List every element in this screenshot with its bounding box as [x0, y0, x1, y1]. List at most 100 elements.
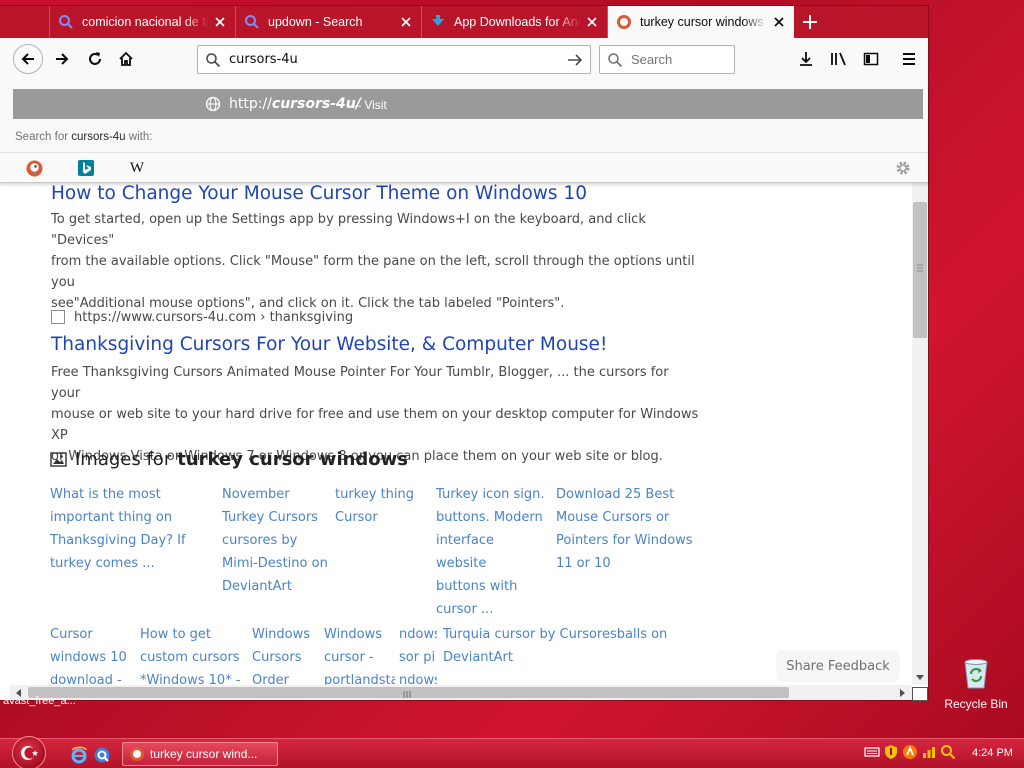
- close-icon[interactable]: [772, 15, 786, 29]
- result-title-link[interactable]: How to Change Your Mouse Cursor Theme on…: [51, 183, 587, 204]
- image-link-line: DeviantArt: [222, 579, 292, 594]
- images-section-heading: Images for turkey cursor windows: [50, 449, 408, 470]
- share-feedback-button[interactable]: Share Feedback: [778, 652, 898, 680]
- scroll-right-icon[interactable]: [899, 689, 906, 697]
- reload-icon: [89, 52, 101, 65]
- navigation-bar: [0, 38, 928, 80]
- search-bar[interactable]: [599, 45, 735, 74]
- vertical-scrollbar[interactable]: [912, 183, 928, 685]
- url-suggestion-dropdown: http://cursors-4u/ — Visit Search for cu…: [0, 80, 928, 183]
- grip-icon: [403, 691, 411, 698]
- library-button[interactable]: [824, 44, 854, 74]
- recycle-bin-shortcut[interactable]: Recycle Bin: [944, 656, 1008, 711]
- search-input[interactable]: [631, 52, 731, 67]
- desktop-file-label[interactable]: avast_free_a...: [3, 695, 76, 707]
- go-arrow-icon[interactable]: [566, 51, 584, 69]
- new-tab-button[interactable]: [794, 6, 826, 38]
- recycle-bin-label: Recycle Bin: [944, 697, 1008, 711]
- image-link-line: Pointers for Windows: [556, 533, 693, 548]
- image-result-link[interactable]: Turkey icon sign. buttons. Modern interf…: [436, 483, 548, 621]
- wikipedia-engine-button[interactable]: W: [128, 159, 146, 177]
- horizontal-scrollbar-thumb[interactable]: [28, 687, 789, 698]
- image-result-link[interactable]: Download 25 Best Mouse Cursors or Pointe…: [556, 483, 696, 575]
- image-result-link[interactable]: Windows Cursors Order: [252, 623, 310, 685]
- wikipedia-icon: W: [129, 159, 145, 176]
- start-button[interactable]: [12, 736, 46, 768]
- image-link-line: *Windows 10* -: [140, 673, 241, 685]
- image-link-line: Download 25 Best: [556, 487, 675, 502]
- tab-updown[interactable]: updown - Search: [236, 6, 422, 38]
- image-link-line: How to get: [140, 627, 212, 642]
- url-suggestion-visit[interactable]: http://cursors-4u/ — Visit: [13, 89, 923, 119]
- sidebar-toggle-button[interactable]: [856, 44, 886, 74]
- url-input[interactable]: [229, 52, 559, 67]
- tab-turkey-cursor[interactable]: turkey cursor windows: [608, 6, 794, 38]
- search-tray-icon[interactable]: [940, 744, 956, 760]
- image-link-line: DeviantArt: [443, 650, 513, 665]
- result-url-link[interactable]: https://www.cursors-4u.com › thanksgivin…: [74, 310, 353, 325]
- search-icon: [245, 15, 259, 29]
- menu-button[interactable]: [894, 44, 924, 74]
- gear-icon[interactable]: [894, 159, 912, 177]
- reload-button[interactable]: [80, 44, 110, 74]
- file-explorer-icon[interactable]: [93, 746, 111, 764]
- close-icon[interactable]: [213, 15, 227, 29]
- internet-explorer-icon[interactable]: [70, 746, 88, 764]
- resize-corner[interactable]: [912, 687, 928, 701]
- downloads-button[interactable]: [791, 44, 821, 74]
- scroll-down-icon[interactable]: [916, 673, 924, 681]
- image-icon: [50, 452, 67, 467]
- search-with-prefix: Search for: [15, 131, 72, 143]
- image-link-line: Cursor: [50, 627, 93, 642]
- image-result-link[interactable]: Windows cursor - portlandstar: [324, 623, 395, 685]
- duckduckgo-icon: [26, 160, 42, 176]
- result-snippet: To get started, open up the Settings app…: [51, 209, 701, 314]
- forward-button[interactable]: [47, 44, 77, 74]
- page-favicon-icon: [51, 310, 65, 324]
- image-link-line: What is the most: [50, 487, 161, 502]
- image-result-link[interactable]: How to get custom cursors *Windows 10* -: [140, 623, 246, 685]
- suggestion-visit-label: — Visit: [349, 98, 387, 112]
- image-link-line: buttons with: [436, 579, 518, 594]
- image-result-link[interactable]: ndows sor pi ndows: [399, 623, 437, 685]
- close-icon[interactable]: [399, 15, 413, 29]
- taskbar-window-firefox[interactable]: turkey cursor wind...: [122, 742, 278, 766]
- snippet-line: mouse or web site to your hard drive for…: [51, 407, 699, 443]
- image-result-link[interactable]: Cursor windows 10 download -: [50, 623, 130, 685]
- snippet-line: Free Thanksgiving Cursors Animated Mouse…: [51, 365, 669, 401]
- hamburger-menu-icon: [903, 53, 915, 65]
- system-tray: [864, 744, 959, 760]
- tab-app-downloads[interactable]: App Downloads for Andr: [422, 6, 608, 38]
- tab-title: turkey cursor windows: [640, 15, 764, 29]
- result-title-link[interactable]: Thanksgiving Cursors For Your Website, &…: [51, 334, 607, 355]
- tab-comicion[interactable]: comicion nacional de tr: [50, 6, 236, 38]
- image-link-line: November: [222, 487, 290, 502]
- image-result-link[interactable]: November Turkey Cursors cursores by Mimi…: [222, 483, 330, 598]
- home-button[interactable]: [111, 44, 141, 74]
- horizontal-scrollbar[interactable]: [10, 685, 912, 700]
- image-result-link[interactable]: turkey thing Cursor: [335, 483, 425, 529]
- vertical-scrollbar-thumb[interactable]: [913, 202, 927, 338]
- keyboard-icon[interactable]: [864, 744, 880, 760]
- image-link-line: important thing on: [50, 510, 173, 525]
- image-link-line: cursores by: [222, 533, 298, 548]
- tab-strip: comicion nacional de tr updown - Search …: [0, 6, 928, 38]
- duckduckgo-engine-button[interactable]: [25, 159, 43, 177]
- image-link-line: Turkey Cursors: [222, 510, 318, 525]
- shield-icon[interactable]: [883, 744, 899, 760]
- network-icon[interactable]: [921, 744, 937, 760]
- tab-title: comicion nacional de tr: [82, 15, 209, 29]
- image-result-link[interactable]: Turquia cursor by Cursoresballs on Devia…: [443, 623, 683, 669]
- snippet-line: To get started, open up the Settings app…: [51, 212, 646, 248]
- image-link-line: Mimi-Destino on: [222, 556, 328, 571]
- taskbar-clock[interactable]: 4:24 PM: [972, 747, 1013, 759]
- avast-icon[interactable]: [902, 744, 918, 760]
- close-icon[interactable]: [585, 15, 599, 29]
- back-button[interactable]: [13, 44, 43, 74]
- image-link-line: sor pi: [399, 650, 436, 665]
- image-result-link[interactable]: What is the most important thing on Than…: [50, 483, 210, 575]
- bing-engine-button[interactable]: [77, 159, 95, 177]
- search-with-term: cursors-4u: [71, 131, 126, 143]
- url-bar[interactable]: [197, 45, 591, 74]
- image-link-line: interface website: [436, 533, 494, 571]
